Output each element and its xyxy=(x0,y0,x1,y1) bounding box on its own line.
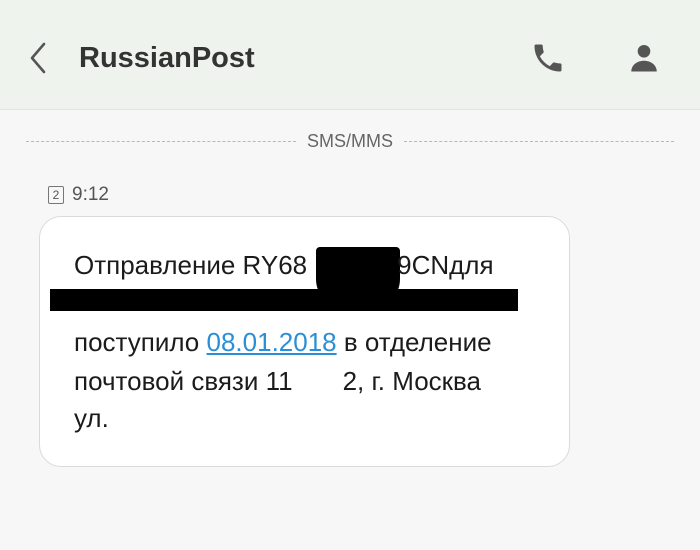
back-button[interactable] xyxy=(22,38,58,78)
contact-button[interactable] xyxy=(626,40,662,76)
chevron-left-icon xyxy=(30,42,46,74)
message-line-4: ул. xyxy=(74,403,109,433)
message-line-3: почтовой связи 11 2, г. Москва xyxy=(74,366,481,396)
conversation-title: RussianPost xyxy=(79,42,255,74)
call-button[interactable] xyxy=(530,40,566,76)
postal-code-suffix: 2, г. Москва xyxy=(342,366,482,396)
message-text: поступило xyxy=(74,327,207,357)
person-icon xyxy=(631,44,657,72)
message-type-label: SMS/MMS xyxy=(306,131,393,151)
message-meta: 2 9:12 xyxy=(48,183,109,207)
sim-slot-badge: 2 xyxy=(48,186,64,204)
message-line-1: Отправление RY68 9CNдля xyxy=(74,250,494,280)
message-text: в отделение xyxy=(336,327,492,357)
message-type-divider: SMS/MMS xyxy=(26,131,674,151)
tracking-prefix: Отправление RY68 xyxy=(74,250,308,280)
date-link[interactable]: 08.01.2018 xyxy=(207,327,337,357)
message-line-2: поступило 08.01.2018 в отделение xyxy=(74,327,492,357)
message-bubble[interactable]: Отправление RY68 9CNдля поступило 08.01.2… xyxy=(39,216,570,467)
tracking-suffix: 9CNдля xyxy=(397,250,494,280)
message-timestamp: 9:12 xyxy=(72,184,109,205)
postal-code-prefix: почтовой связи 11 xyxy=(74,366,293,396)
phone-icon xyxy=(534,44,562,72)
divider-line-left xyxy=(26,141,296,142)
app-header: RussianPost xyxy=(0,0,700,110)
divider-line-right xyxy=(404,141,674,142)
redaction-bar xyxy=(50,289,518,311)
